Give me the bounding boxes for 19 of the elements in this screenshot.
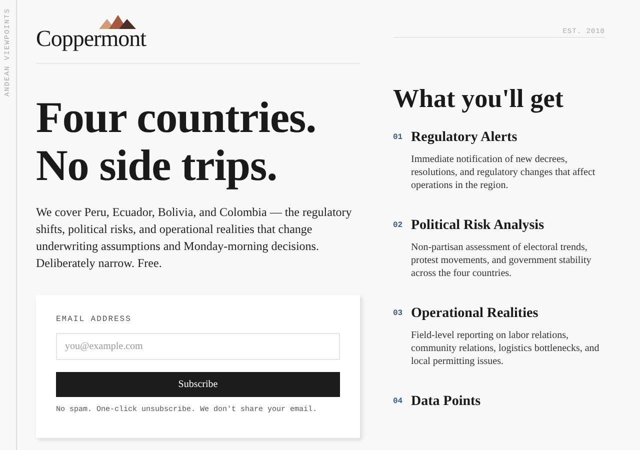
item-description: Immediate notification of new decrees, resolutions, and regulatory changes that affect operations in the region. xyxy=(411,153,596,192)
subscribe-button[interactable]: Subscribe xyxy=(56,372,340,397)
item-title: Political Risk Analysis xyxy=(411,218,546,234)
item-description: Field-level reporting on labor relations, community relations, logistics bottlenecks, and local permitting issues. xyxy=(411,329,600,368)
item-title: Regulatory Alerts xyxy=(411,130,518,146)
headline: Four countries. No side trips. xyxy=(36,94,318,190)
item-number: 04 xyxy=(393,396,403,406)
item-number: 01 xyxy=(393,132,403,142)
email-field[interactable]: you@example.com xyxy=(56,333,340,360)
item-description: Non-partisan assessment of electoral trends, protest movements, and government stability across the four countries. xyxy=(411,241,592,280)
mountains-logo-icon xyxy=(99,15,137,29)
brand-logo[interactable]: Coppermont xyxy=(36,28,146,50)
benefits-heading: What you'll get xyxy=(393,84,564,114)
intro-paragraph: We cover Peru, Ecuador, Bolivia, and Colombia — the regulatory shifts, political risks, and operational realities that change underwriting assumptions and Monday-morning decisions. Deliberately narrow. Free. xyxy=(36,204,353,272)
item-title: Operational Realities xyxy=(411,306,540,322)
item-number: 02 xyxy=(393,220,403,230)
item-number: 03 xyxy=(393,308,403,318)
field-label: EMAIL ADDRESS xyxy=(56,314,132,326)
item-title: Data Points xyxy=(411,394,481,410)
